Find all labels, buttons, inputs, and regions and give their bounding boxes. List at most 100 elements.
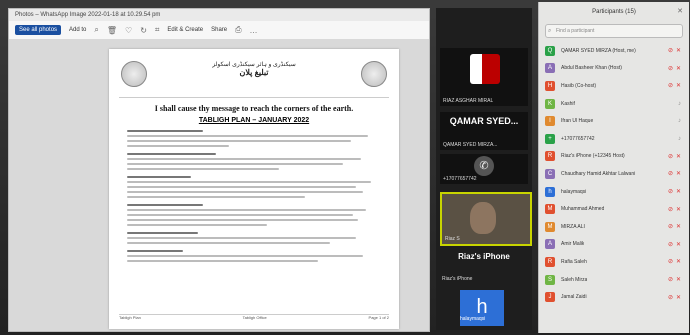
add-to-button[interactable]: Add to [69, 27, 86, 33]
participant-name: halaymaqsi [561, 188, 587, 195]
print-icon[interactable]: ⎙ [235, 25, 241, 35]
document-body-text [127, 130, 381, 262]
avatar: M [545, 204, 555, 215]
participant-row[interactable]: I Ifran Ul Haque ♪ [539, 112, 689, 130]
camera-off-icon[interactable]: ⊘ [668, 153, 673, 160]
panel-header: Participants (15) ✕ [539, 2, 689, 22]
participant-row[interactable]: M Muhammad Ahmed ⊘ ✕ [539, 200, 689, 218]
mic-muted-icon[interactable]: ✕ [676, 65, 681, 72]
photo-viewer-window: Photos – WhatsApp Image 2022-01-18 at 10… [8, 8, 430, 332]
participant-row[interactable]: A Abdul Basheer Khan (Host) ⊘ ✕ [539, 60, 689, 78]
footer-mid: Tabligh Office [242, 315, 267, 320]
participant-row[interactable]: M MIRZA ALI ⊘ ✕ [539, 218, 689, 236]
video-tile-camera[interactable]: Riaz S [440, 192, 532, 246]
avatar: A [545, 63, 555, 74]
video-tile-flag[interactable]: RIAZ ASGHAR MIRAL [440, 48, 528, 106]
phone-icon: ✆ [474, 156, 494, 176]
panel-title: Participants (15) [592, 9, 636, 15]
mic-muted-icon[interactable]: ✕ [676, 153, 681, 160]
edit-create-button[interactable]: Edit & Create [167, 27, 203, 33]
participant-status-icons: ♪ [678, 101, 681, 107]
participant-name: Ifran Ul Haque [561, 118, 594, 125]
participant-row[interactable]: + +17077657742 ♪ [539, 130, 689, 148]
avatar: Q [545, 45, 555, 56]
camera-off-icon[interactable]: ⊘ [668, 223, 673, 230]
mic-muted-icon[interactable]: ✕ [676, 206, 681, 213]
search-placeholder: Find a participant [556, 28, 595, 34]
participant-row[interactable]: J Jamal Zaidi ⊘ ✕ [539, 288, 689, 306]
participant-status-icons: ⊘ ✕ [668, 153, 681, 160]
participant-name: Abdul Basheer Khan (Host) [561, 65, 622, 72]
document-footer: Tabligh Plan Tabligh Office Page 1 of 2 [119, 314, 389, 323]
camera-off-icon[interactable]: ⊘ [668, 294, 673, 301]
camera-off-icon[interactable]: ⊘ [668, 258, 673, 265]
participant-row[interactable]: S Saleh Mirza ⊘ ✕ [539, 271, 689, 289]
participant-status-icons: ⊘ ✕ [668, 258, 681, 265]
mic-icon[interactable]: ♪ [678, 118, 681, 124]
video-tile-phone[interactable]: ✆ +17077657742 [440, 154, 528, 184]
camera-off-icon[interactable]: ⊘ [668, 276, 673, 283]
participant-row[interactable]: A Amir Malik ⊘ ✕ [539, 236, 689, 254]
crop-icon[interactable]: ⌗ [155, 25, 160, 35]
participant-row[interactable]: R Riaz's iPhone (+12345 Host) ⊘ ✕ [539, 148, 689, 166]
participant-row[interactable]: H Hasib (Co-host) ⊘ ✕ [539, 77, 689, 95]
participant-status-icons: ⊘ ✕ [668, 65, 681, 72]
video-tile-qamar[interactable]: QAMAR SYED... QAMAR SYED MIRZA... [440, 112, 528, 150]
participant-status-icons: ⊘ ✕ [668, 206, 681, 213]
participant-row[interactable]: K Kashif ♪ [539, 95, 689, 113]
left-emblem-icon [121, 61, 147, 87]
participant-name: Kashif [561, 100, 575, 107]
mic-muted-icon[interactable]: ✕ [676, 188, 681, 195]
participant-search-input[interactable]: ⌕ Find a participant [545, 24, 683, 38]
favorite-icon[interactable]: ♡ [125, 26, 132, 35]
share-button[interactable]: Share [211, 27, 227, 33]
participant-status-icons: ⊘ ✕ [668, 294, 681, 301]
document-header: سیکنڈری و ہائر سیکنڈری اسکولز تبلیغ پلان [119, 57, 389, 98]
avatar: C [545, 168, 555, 179]
avatar: K [545, 98, 555, 109]
mic-muted-icon[interactable]: ✕ [676, 223, 681, 230]
participant-name: Chaudhary Hamid Akhtar Lalwani [561, 170, 636, 177]
avatar-letter: h [476, 296, 488, 318]
window-title: Photos – WhatsApp Image 2022-01-18 at 10… [9, 9, 429, 21]
mic-muted-icon[interactable]: ✕ [676, 170, 681, 177]
participant-status-icons: ⊘ ✕ [668, 47, 681, 54]
delete-icon[interactable]: 🗑 [107, 26, 117, 35]
participant-row[interactable]: Q QAMAR SYED MIRZA (Host, me) ⊘ ✕ [539, 42, 689, 60]
mic-muted-icon[interactable]: ✕ [676, 47, 681, 54]
close-icon[interactable]: ✕ [677, 7, 683, 15]
participant-status-icons: ⊘ ✕ [668, 241, 681, 248]
camera-off-icon[interactable]: ⊘ [668, 170, 673, 177]
tile-caption: +17077657742 [443, 176, 477, 182]
camera-off-icon[interactable]: ⊘ [668, 188, 673, 195]
participant-name: Jamal Zaidi [561, 294, 587, 301]
mic-muted-icon[interactable]: ✕ [676, 258, 681, 265]
viewer-toolbar: See all photos Add to ⌕ 🗑 ♡ ↻ ⌗ Edit & C… [9, 21, 429, 40]
participant-name: QAMAR SYED MIRZA (Host, me) [561, 47, 636, 54]
mic-muted-icon[interactable]: ✕ [676, 82, 681, 89]
camera-off-icon[interactable]: ⊘ [668, 241, 673, 248]
more-icon[interactable]: … [250, 26, 258, 35]
zoom-icon[interactable]: ⌕ [94, 25, 98, 35]
camera-off-icon[interactable]: ⊘ [668, 65, 673, 72]
camera-off-icon[interactable]: ⊘ [668, 82, 673, 89]
plan-title: TABLIGH PLAN – JANUARY 2022 [198, 117, 310, 124]
participant-list: Q QAMAR SYED MIRZA (Host, me) ⊘ ✕ A Abdul Bas… [539, 42, 689, 306]
participant-row[interactable]: h halaymaqsi ⊘ ✕ [539, 183, 689, 201]
mic-icon[interactable]: ♪ [678, 101, 681, 107]
mic-muted-icon[interactable]: ✕ [676, 241, 681, 248]
participant-name: QAMAR SYED... [449, 116, 519, 126]
mic-muted-icon[interactable]: ✕ [676, 294, 681, 301]
camera-off-icon[interactable]: ⊘ [668, 47, 673, 54]
avatar: R [545, 256, 555, 267]
see-all-photos-button[interactable]: See all photos [15, 25, 62, 35]
camera-off-icon[interactable]: ⊘ [668, 206, 673, 213]
avatar: J [545, 292, 555, 303]
mic-muted-icon[interactable]: ✕ [676, 276, 681, 283]
avatar: S [545, 274, 555, 285]
tile-caption: QAMAR SYED MIRZA... [443, 142, 498, 148]
participant-row[interactable]: C Chaudhary Hamid Akhtar Lalwani ⊘ ✕ [539, 165, 689, 183]
rotate-icon[interactable]: ↻ [140, 26, 147, 35]
mic-icon[interactable]: ♪ [678, 136, 681, 142]
participant-row[interactable]: R Rafia Saleh ⊘ ✕ [539, 253, 689, 271]
